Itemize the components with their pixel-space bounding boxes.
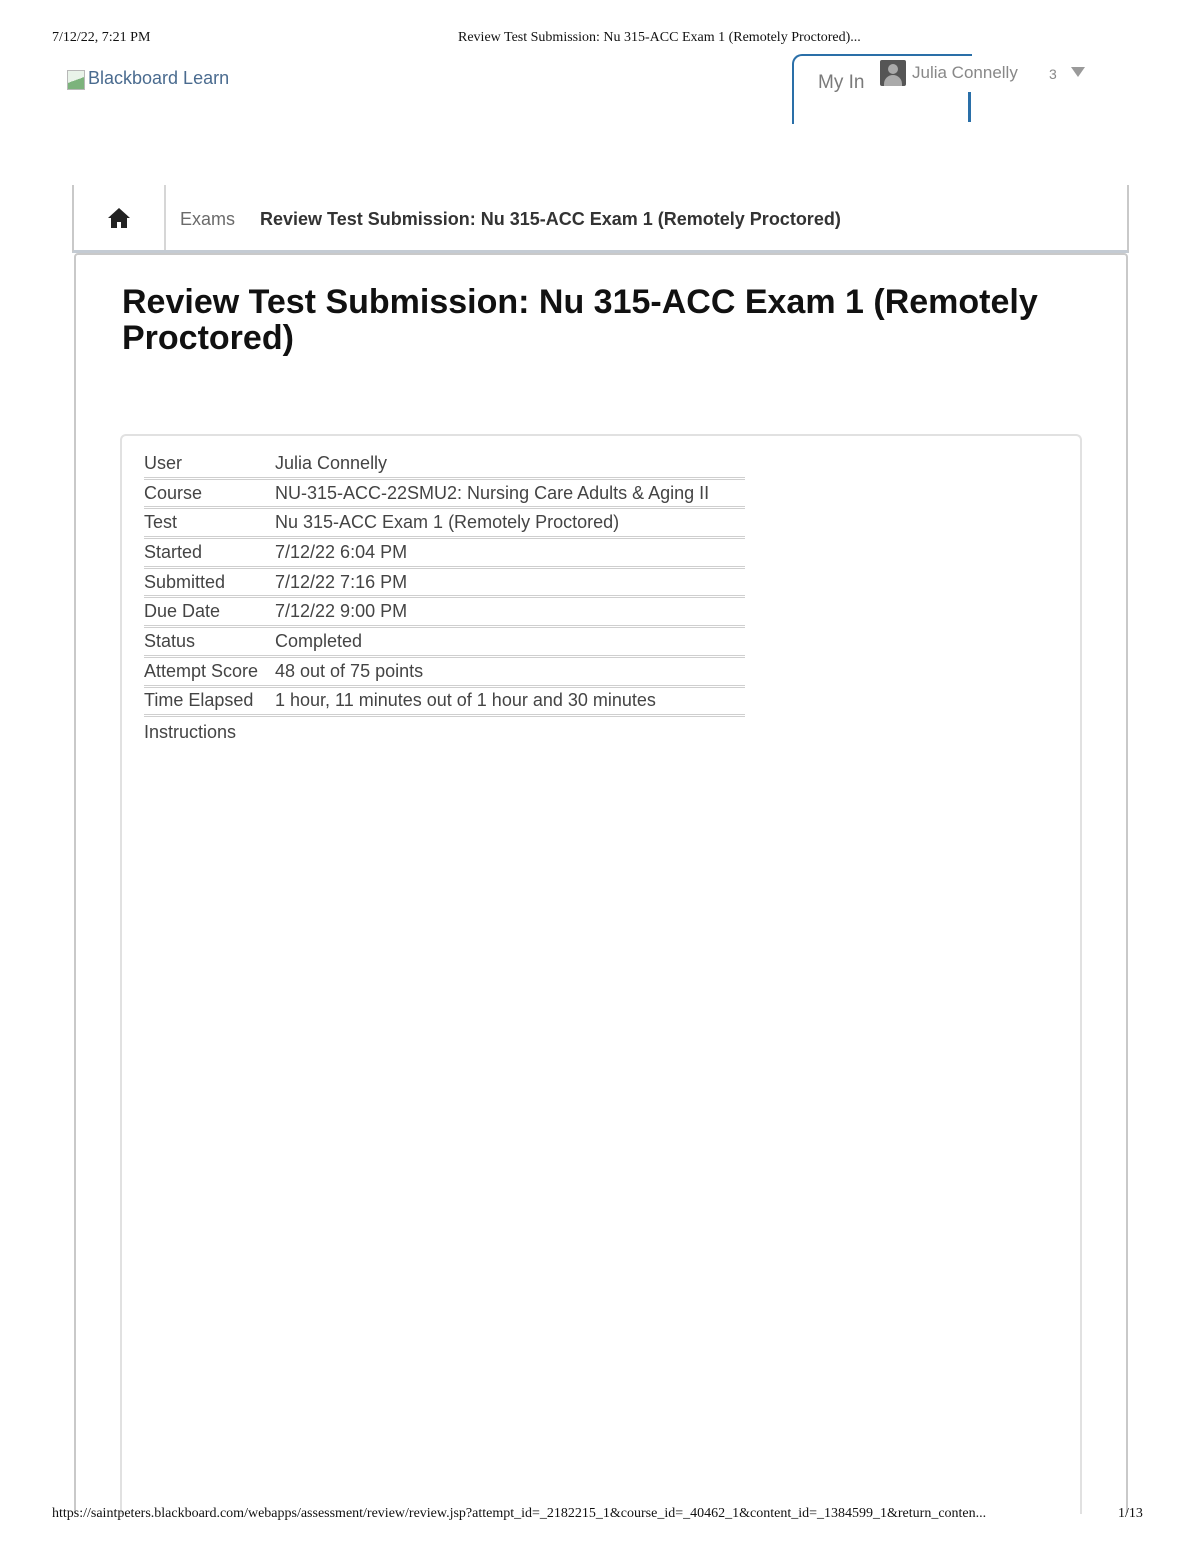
print-date: 7/12/22, 7:21 PM [52, 30, 151, 45]
my-institution-label[interactable]: My In [818, 72, 864, 94]
breadcrumb-current: Review Test Submission: Nu 315-ACC Exam … [260, 209, 841, 229]
detail-label: Instructions [144, 721, 237, 742]
detail-row-started: Started 7/12/22 6:04 PM [144, 539, 745, 569]
home-icon [108, 207, 130, 228]
tab-indicator [968, 92, 971, 122]
notification-count[interactable]: 3 [1049, 66, 1057, 82]
broken-image-icon [65, 66, 87, 90]
detail-row-status: Status Completed [144, 628, 745, 658]
detail-row-instructions: Instructions [144, 717, 745, 747]
print-url: https://saintpeters.blackboard.com/webap… [52, 1506, 987, 1521]
detail-row-time-elapsed: Time Elapsed 1 hour, 11 minutes out of 1… [144, 688, 745, 718]
submission-details: User Julia Connelly Course NU-315-ACC-22… [144, 450, 745, 747]
detail-value: NU-315-ACC-22SMU2: Nursing Care Adults &… [275, 482, 710, 503]
detail-row-course: Course NU-315-ACC-22SMU2: Nursing Care A… [144, 480, 745, 510]
detail-label: Started [144, 541, 203, 562]
detail-value: Completed [275, 630, 363, 651]
logo-alt-text: Blackboard Learn [88, 67, 230, 88]
home-button[interactable] [74, 185, 166, 250]
detail-value: 7/12/22 6:04 PM [275, 541, 408, 562]
page-title: Review Test Submission: Nu 315-ACC Exam … [122, 283, 1038, 357]
caret-down-icon[interactable] [1071, 67, 1085, 77]
detail-label: Due Date [144, 601, 221, 622]
detail-label: Submitted [144, 571, 226, 592]
breadcrumb: Exams Review Test Submission: Nu 315-ACC… [72, 185, 1129, 253]
detail-row-attempt-score: Attempt Score 48 out of 75 points [144, 658, 745, 688]
detail-value: 1 hour, 11 minutes out of 1 hour and 30 … [275, 690, 656, 711]
detail-label: Attempt Score [144, 660, 259, 681]
detail-label: Course [144, 482, 203, 503]
detail-label: User [144, 452, 183, 473]
print-page-title: Review Test Submission: Nu 315-ACC Exam … [458, 30, 861, 45]
detail-label: Test [144, 512, 178, 533]
detail-row-due-date: Due Date 7/12/22 9:00 PM [144, 598, 745, 629]
detail-value: 7/12/22 7:16 PM [275, 571, 408, 592]
detail-value: Julia Connelly [275, 452, 388, 473]
detail-value: 48 out of 75 points [275, 660, 424, 681]
detail-value: Nu 315-ACC Exam 1 (Remotely Proctored) [275, 512, 620, 533]
detail-row-submitted: Submitted 7/12/22 7:16 PM [144, 569, 745, 599]
print-page-number: 1/13 [1118, 1506, 1143, 1521]
detail-row-test: Test Nu 315-ACC Exam 1 (Remotely Proctor… [144, 509, 745, 540]
detail-row-user: User Julia Connelly [144, 450, 745, 480]
detail-label: Time Elapsed [144, 690, 254, 711]
blackboard-logo[interactable]: Blackboard Learn [65, 66, 229, 90]
avatar[interactable] [880, 60, 906, 86]
breadcrumb-exams[interactable]: Exams [180, 209, 235, 230]
user-name-link[interactable]: Julia Connelly [912, 63, 1018, 83]
detail-value: 7/12/22 9:00 PM [275, 601, 408, 622]
detail-label: Status [144, 630, 196, 651]
